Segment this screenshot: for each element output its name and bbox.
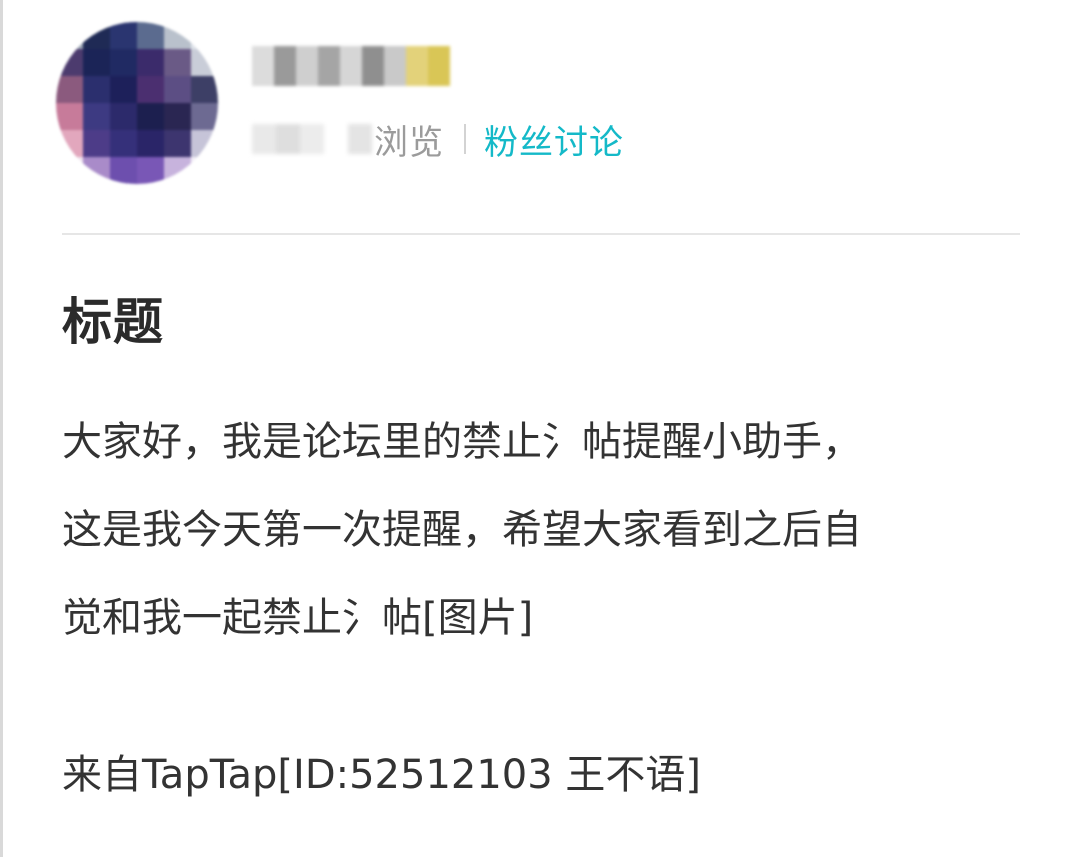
post-meta-row: 浏览 粉丝讨论 [252, 114, 624, 164]
header-divider [62, 233, 1020, 235]
post-body: 大家好，我是论坛里的禁止氵帖提醒小助手， 这是我今天第一次提醒，希望大家看到之后… [62, 398, 1042, 662]
views-label: 浏览 [374, 122, 444, 163]
fans-discussion-link[interactable]: 粉丝讨论 [484, 115, 624, 164]
view-count-redacted [252, 124, 372, 154]
username-redacted[interactable] [252, 46, 450, 86]
post-body-line: 大家好，我是论坛里的禁止氵帖提醒小助手， [62, 419, 862, 465]
post-source-line: 来自TapTap[ID:52512103 王不语] [62, 752, 702, 798]
avatar[interactable] [56, 22, 218, 184]
post-author-header: 浏览 粉丝讨论 [0, 0, 1080, 232]
post-body-line: 这是我今天第一次提醒，希望大家看到之后自 [62, 507, 862, 553]
post-title: 标题 [62, 293, 164, 351]
post-body-line: 觉和我一起禁止氵帖[图片] [62, 595, 534, 641]
meta-divider [464, 124, 466, 154]
